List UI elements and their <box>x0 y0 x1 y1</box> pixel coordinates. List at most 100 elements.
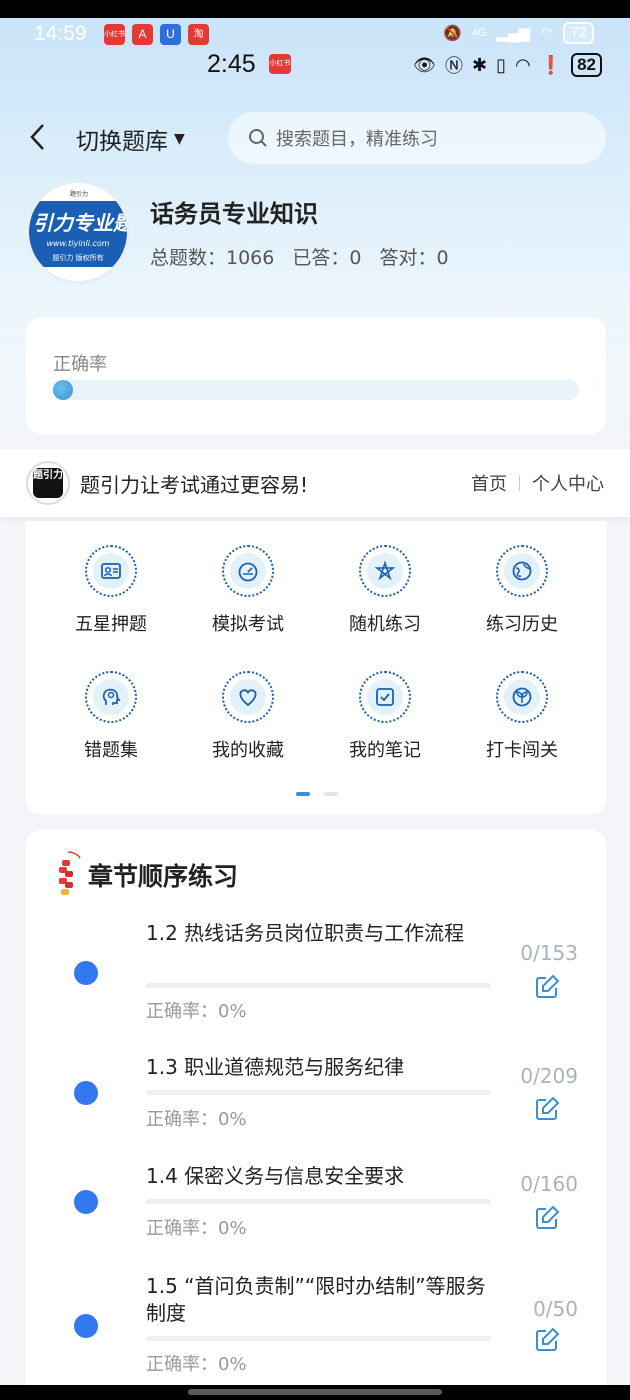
menu-item-five-star[interactable]: 五星押题 <box>51 545 171 636</box>
page-dot <box>324 792 338 796</box>
status-bar-inner: 2:45 小红书 👁 Ⓝ ✱ ▯ ◠ ❗ 82 <box>207 50 602 80</box>
logo-big-text: 引力专业题 <box>33 211 130 235</box>
wifi-icon: ◠ <box>540 25 554 42</box>
inner-status-right: 👁 Ⓝ ✱ ▯ ◠ ❗ 82 <box>413 52 602 78</box>
logo-url: www.tiyinli.com <box>46 239 110 248</box>
page-dot-active <box>296 792 310 796</box>
leaf-icon <box>496 671 548 723</box>
app-a-icon: A <box>132 24 153 45</box>
firecracker-icon <box>59 851 81 895</box>
bank-logo: 题引力 引力专业题 www.tiyinli.com 题引力 版权所有 <box>26 180 130 284</box>
edit-icon[interactable] <box>534 1205 560 1231</box>
menu-label: 练习历史 <box>486 614 558 635</box>
caret-down-icon: ▼ <box>174 131 185 147</box>
alert-icon: ❗ <box>539 54 563 75</box>
chapter-item[interactable]: 1.4 保密义务与信息安全要求 正确率：0% 0/160 <box>26 1161 606 1261</box>
chapter-progress-track <box>146 983 491 988</box>
answered-count: 已答：0 <box>292 247 362 269</box>
menu-item-random-practice[interactable]: 随机练习 <box>325 545 445 636</box>
signal-icon: ▂▄▆ <box>496 25 531 42</box>
xiaohongshu-icon: 小红书 <box>104 24 125 45</box>
status-right: 🔕 4G ▂▄▆ ◠ 72 <box>443 22 594 44</box>
bluetooth-icon: ✱ <box>471 54 488 75</box>
search-input[interactable]: 搜索题目，精准练习 <box>228 112 606 164</box>
accuracy-progress-indicator <box>53 380 73 400</box>
bank-stats: 总题数：1066 已答：0 答对：0 <box>150 243 449 270</box>
status-bar-outer: 14:59 小红书 A U 淘 🔕 4G ▂▄▆ ◠ 72 <box>34 22 594 48</box>
chapter-progress-track <box>146 1199 491 1204</box>
chapter-bullet <box>74 1081 98 1105</box>
chapter-item[interactable]: 1.2 热线话务员岗位职责与工作流程 正确率：0% 0/153 <box>26 918 606 1038</box>
menu-label: 我的笔记 <box>349 740 421 761</box>
menu-item-mock-exam[interactable]: 模拟考试 <box>188 545 308 636</box>
heart-icon <box>222 671 274 723</box>
battery-indicator: 72 <box>563 22 594 44</box>
battery-indicator: 82 <box>571 53 602 77</box>
edit-icon[interactable] <box>534 1096 560 1122</box>
id-card-icon <box>85 545 137 597</box>
bank-title: 话务员专业知识 <box>150 200 318 228</box>
menu-page-indicator <box>296 792 338 796</box>
menu-label: 五星押题 <box>75 614 147 635</box>
menu-item-favorites[interactable]: 我的收藏 <box>188 671 308 762</box>
promo-slogan: 题引力让考试通过更容易! <box>80 473 309 497</box>
vibrate-icon: ▯ <box>496 54 506 75</box>
chapter-item[interactable]: 1.5 “首问负责制”“限时办结制”等服务制度 正确率：0% 0/50 <box>26 1271 606 1391</box>
chapter-count: 0/160 <box>520 1172 578 1196</box>
total-count: 总题数：1066 <box>150 247 275 269</box>
chevron-left-icon <box>30 124 44 150</box>
inner-status-time: 2:45 <box>207 50 256 78</box>
chapter-accuracy: 正确率：0% <box>146 1001 247 1022</box>
chapter-count: 0/153 <box>520 941 578 965</box>
edit-icon[interactable] <box>534 1327 560 1353</box>
nav-home-link[interactable]: 首页 <box>471 470 507 496</box>
chapter-title: 1.4 保密义务与信息安全要求 <box>146 1164 405 1188</box>
chapter-accuracy: 正确率：0% <box>146 1109 247 1130</box>
chapter-section-title: 章节顺序练习 <box>88 862 239 891</box>
chapter-progress-track <box>146 1336 491 1341</box>
nav-divider <box>519 475 520 491</box>
chapter-bullet <box>74 1190 98 1214</box>
accuracy-label: 正确率 <box>53 354 107 375</box>
menu-item-wrong-questions[interactable]: 错题集 <box>51 671 171 762</box>
gesture-bar <box>0 1385 630 1400</box>
head-icon <box>85 671 137 723</box>
logo-tiny-text: 题引力 <box>69 191 88 198</box>
chapter-bullet <box>74 961 98 985</box>
mute-bell-icon: 🔕 <box>443 25 462 42</box>
note-check-icon <box>359 671 411 723</box>
chapter-count: 0/209 <box>520 1064 578 1088</box>
menu-item-checkin[interactable]: 打卡闯关 <box>462 671 582 762</box>
chapter-accuracy: 正确率：0% <box>146 1354 247 1375</box>
back-button[interactable] <box>26 122 54 154</box>
chapter-header: 章节顺序练习 <box>54 850 238 900</box>
chapter-bullet <box>74 1314 98 1338</box>
globe-icon <box>496 545 548 597</box>
switch-bank-label: 切换题库 <box>76 129 168 155</box>
chapter-practice-card: 章节顺序练习 1.2 热线话务员岗位职责与工作流程 正确率：0% 0/153 1… <box>26 830 606 1400</box>
menu-item-notes[interactable]: 我的笔记 <box>325 671 445 762</box>
menu-label: 随机练习 <box>349 614 421 635</box>
edit-icon[interactable] <box>534 974 560 1000</box>
nav-profile-link[interactable]: 个人中心 <box>532 470 604 496</box>
chapter-progress-track <box>146 1090 491 1095</box>
correct-count: 答对：0 <box>379 247 449 269</box>
menu-item-history[interactable]: 练习历史 <box>462 545 582 636</box>
search-icon <box>249 129 267 147</box>
switch-bank-dropdown[interactable]: 切换题库 ▼ <box>76 122 185 156</box>
ad-logo-text: 题引力 <box>33 468 63 498</box>
home-indicator[interactable] <box>188 1389 442 1395</box>
chapter-accuracy: 正确率：0% <box>146 1218 247 1239</box>
status-time: 14:59 <box>34 22 87 45</box>
menu-label: 打卡闯关 <box>486 740 558 761</box>
app-u-icon: U <box>160 24 181 45</box>
eye-icon: 👁 <box>413 54 436 75</box>
xiaohongshu-icon: 小红书 <box>269 54 291 74</box>
chapter-item[interactable]: 1.3 职业道德规范与服务纪律 正确率：0% 0/209 <box>26 1052 606 1152</box>
promo-bar: 题引力 题引力让考试通过更容易! 首页 个人中心 <box>0 449 630 517</box>
tiyinli-logo-icon: 题引力 <box>26 461 70 505</box>
nfc-icon: Ⓝ <box>444 56 463 76</box>
network-label: 4G <box>471 27 487 39</box>
chapter-title: 1.5 “首问负责制”“限时办结制”等服务制度 <box>146 1274 486 1325</box>
accuracy-card: 正确率 <box>26 318 606 434</box>
